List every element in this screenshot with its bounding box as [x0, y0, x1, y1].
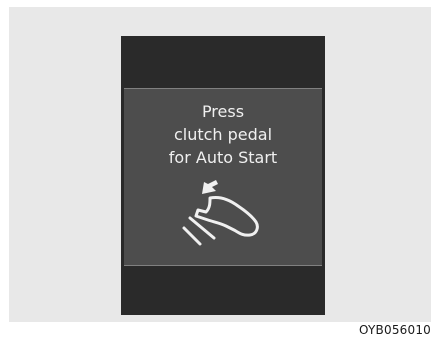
- figure-code: OYB056010: [359, 323, 431, 337]
- message-line-2: clutch pedal: [173, 125, 273, 144]
- message-line-3: for Auto Start: [168, 148, 278, 167]
- message-line-1: Press: [201, 102, 245, 121]
- press-arrow-icon: [202, 180, 218, 194]
- clutch-pedal-press-icon: [182, 180, 259, 246]
- auto-start-message: Press clutch pedal for Auto Start: [124, 100, 322, 169]
